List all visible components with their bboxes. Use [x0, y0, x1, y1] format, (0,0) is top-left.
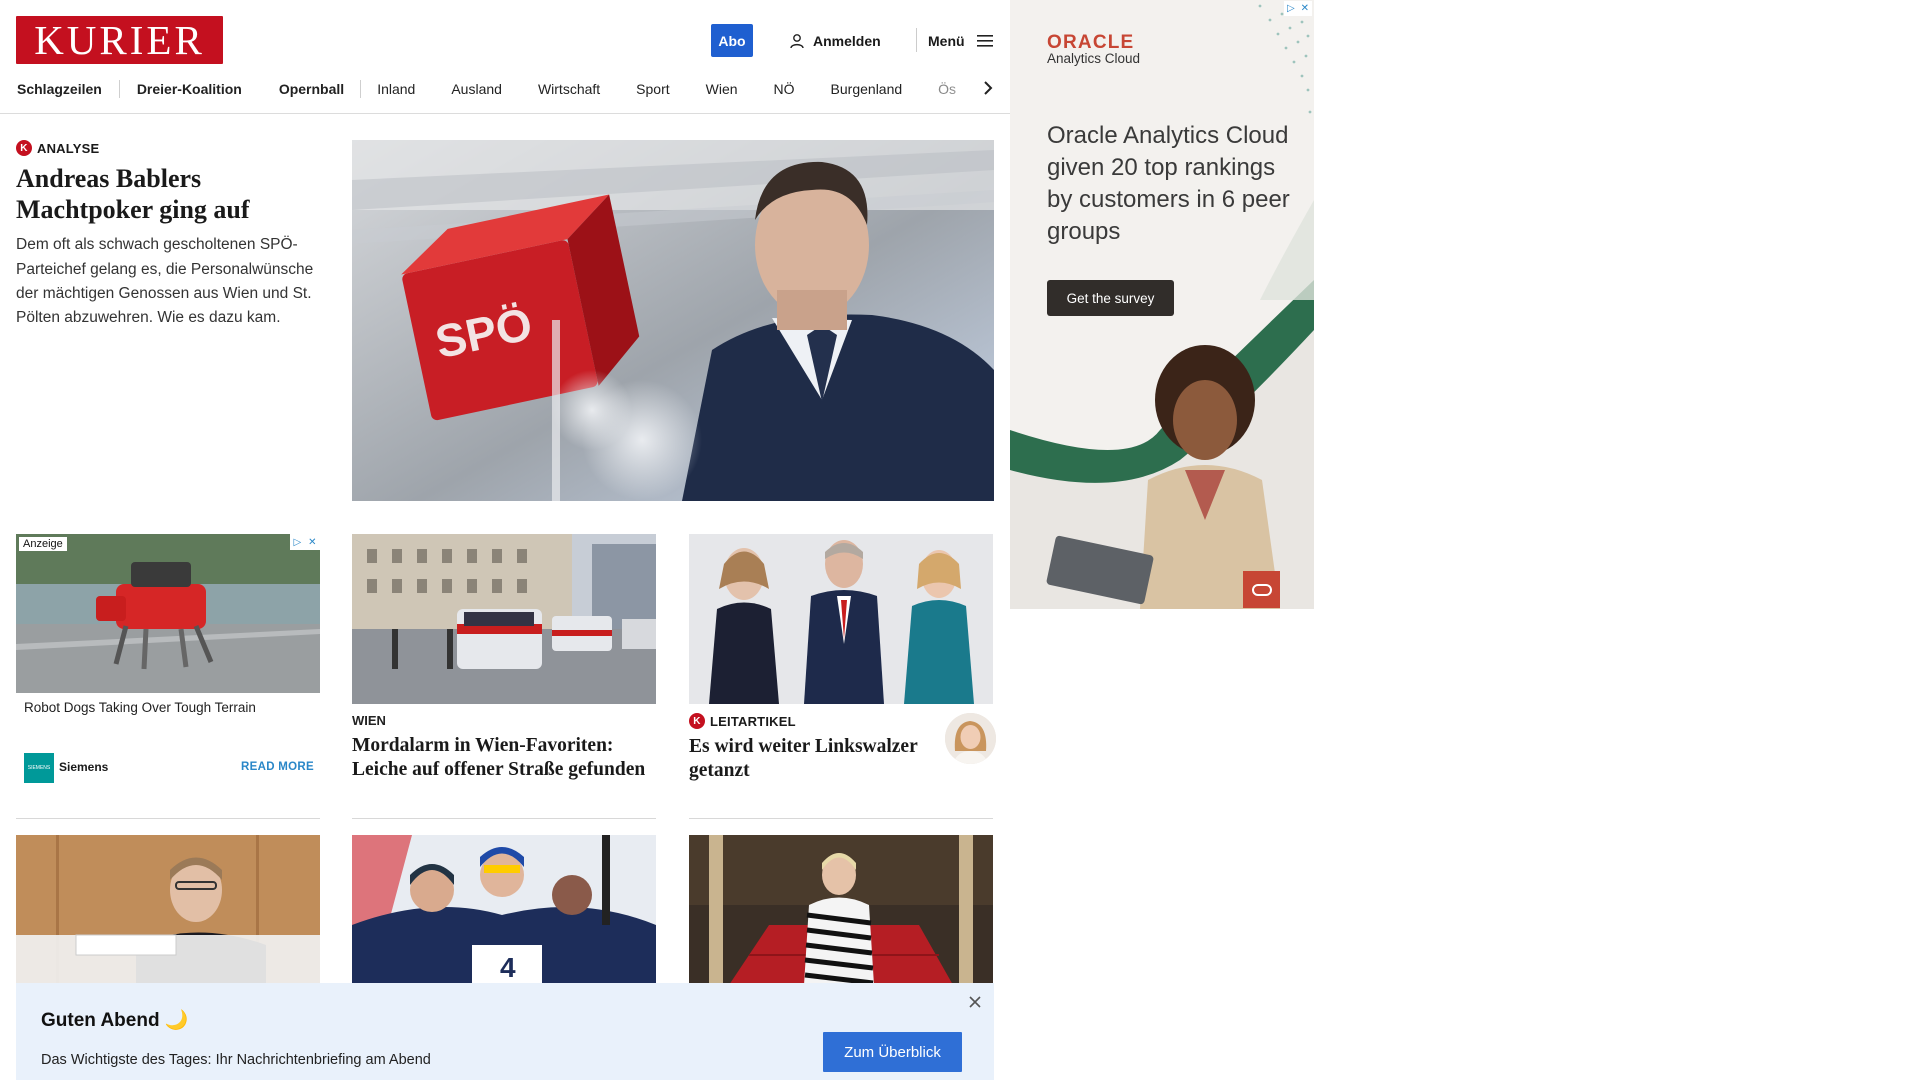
user-icon: [790, 34, 804, 49]
briefing-close-button[interactable]: [965, 992, 985, 1012]
nav-item-wirtschaft[interactable]: Wirtschaft: [538, 81, 600, 97]
card-image-row3-2[interactable]: 4: [352, 835, 656, 985]
oracle-product: Analytics Cloud: [1047, 51, 1141, 66]
chevron-right-icon: [984, 81, 993, 95]
login-button[interactable]: Anmelden: [789, 30, 881, 52]
kurier-logo[interactable]: KURIER: [16, 16, 223, 64]
card-image-leitartikel[interactable]: [689, 534, 993, 704]
page: KURIER Abo Anmelden Menü Schlagzeilen Dr…: [0, 0, 1920, 1080]
site-header: KURIER Abo Anmelden Menü Schlagzeilen Dr…: [0, 0, 1010, 114]
login-label: Anmelden: [813, 33, 881, 49]
lead-image[interactable]: SPÖ: [352, 140, 994, 501]
divider: [352, 818, 656, 819]
hamburger-icon: [976, 35, 993, 47]
native-ad-advertiser: Siemens: [59, 760, 109, 774]
card-headline[interactable]: Mordalarm in Wien-Favoriten: Leiche auf …: [352, 734, 656, 782]
header-divider: [916, 28, 917, 52]
svg-text:4: 4: [500, 952, 516, 983]
siemens-logo: SIEMENS: [24, 753, 54, 783]
evening-briefing-banner: Guten Abend 🌙 Das Wichtigste des Tages: …: [16, 983, 994, 1080]
read-more-link[interactable]: READ MORE: [241, 761, 314, 773]
abo-button[interactable]: Abo: [711, 24, 753, 57]
lead-story: K ANALYSE Andreas Bablers Machtpoker gin…: [16, 140, 316, 330]
nav-item-opernball[interactable]: Opernball: [279, 81, 344, 97]
card-kicker: K LEITARTIKEL: [689, 713, 929, 729]
card-image-row3-1[interactable]: [16, 835, 320, 985]
nav-scroll-right-button[interactable]: [976, 76, 1000, 100]
card-wien: WIEN Mordalarm in Wien-Favoriten: Leiche…: [352, 713, 656, 782]
oracle-headline: Oracle Analytics Cloud given 20 top rank…: [1047, 122, 1290, 245]
ad-choices[interactable]: ▷ ✕: [1284, 1, 1312, 16]
nav-separator: [360, 80, 362, 98]
lead-headline[interactable]: Andreas Bablers Machtpoker ging auf: [16, 164, 316, 225]
nav-item-sport[interactable]: Sport: [636, 81, 669, 97]
oracle-ad[interactable]: ▷ ✕ ORACLE Analytics Cloud Oracle Analyt…: [1010, 0, 1314, 609]
close-icon: [969, 996, 981, 1008]
category-nav: Schlagzeilen Dreier-Koalition Opernball …: [17, 78, 977, 100]
menu-label: Menü: [928, 33, 965, 49]
card-kicker: WIEN: [352, 713, 386, 728]
nav-item-wien[interactable]: Wien: [706, 81, 738, 97]
briefing-text: Das Wichtigste des Tages: Ihr Nachrichte…: [41, 1052, 431, 1068]
nav-item-burgenland[interactable]: Burgenland: [831, 81, 903, 97]
kurier-k-icon: K: [689, 713, 705, 729]
ad-info-icon: ▷: [293, 536, 302, 548]
divider: [689, 818, 993, 819]
nav-item-ausland[interactable]: Ausland: [451, 81, 502, 97]
lead-teaser: Dem oft als schwach gescholtenen SPÖ-Par…: [16, 236, 314, 326]
close-icon: ✕: [308, 536, 317, 548]
ad-info-icon: ▷: [1286, 3, 1295, 14]
card-kicker-label: LEITARTIKEL: [710, 713, 796, 729]
close-icon: ✕: [1300, 3, 1310, 14]
card-image-wien[interactable]: [352, 534, 656, 704]
briefing-title: Guten Abend 🌙: [41, 1010, 189, 1031]
nav-item-noe[interactable]: NÖ: [774, 81, 795, 97]
nav-item-inland[interactable]: Inland: [377, 81, 415, 97]
card-headline[interactable]: Es wird weiter Linkswalzer getanzt: [689, 735, 929, 783]
lead-kicker: K ANALYSE: [16, 140, 316, 156]
author-avatar: [945, 713, 996, 764]
ad-choices[interactable]: ▷ ✕: [290, 534, 320, 550]
menu-button[interactable]: Menü: [928, 30, 993, 52]
oracle-o-icon: [1243, 571, 1280, 608]
nav-item-schlagzeilen[interactable]: Schlagzeilen: [17, 81, 102, 97]
nav-separator: [118, 80, 120, 98]
native-ad-title[interactable]: Robot Dogs Taking Over Tough Terrain: [24, 700, 256, 715]
lead-kicker-label: ANALYSE: [37, 140, 100, 156]
kurier-k-icon: K: [16, 140, 32, 156]
native-ad[interactable]: Anzeige ▷ ✕ Robot Dogs Taking Over Tough…: [16, 534, 320, 788]
overview-button[interactable]: Zum Überblick: [823, 1032, 962, 1072]
native-ad-image[interactable]: Anzeige ▷ ✕: [16, 534, 320, 693]
ad-label: Anzeige: [19, 537, 67, 551]
divider: [16, 818, 320, 819]
card-leitartikel: K LEITARTIKEL Es wird weiter Linkswalzer…: [689, 713, 929, 783]
get-survey-button[interactable]: Get the survey: [1047, 280, 1174, 316]
nav-item-dreier-koalition[interactable]: Dreier-Koalition: [137, 81, 242, 97]
card-image-row3-3[interactable]: [689, 835, 993, 985]
